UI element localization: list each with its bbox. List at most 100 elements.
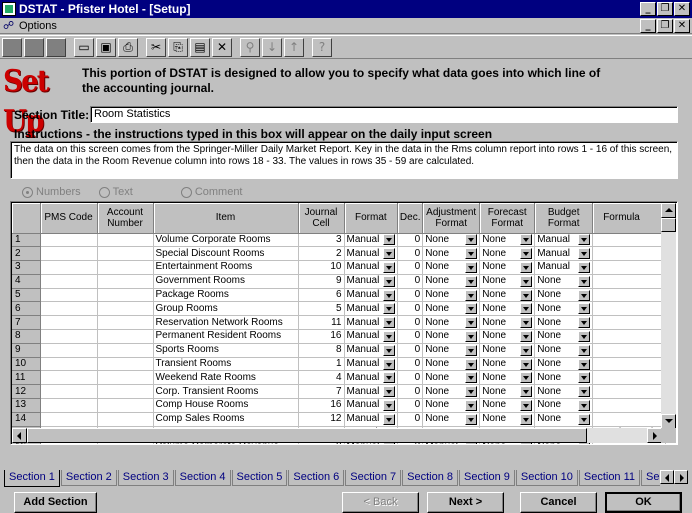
column-header[interactable]: Format [344,203,399,234]
pms-code-cell[interactable] [40,315,98,331]
minimize-button[interactable]: _ [640,2,656,16]
tab-section-8[interactable]: Section 8 [402,470,458,486]
budget-format-select[interactable]: Manual [534,233,594,248]
dropdown-arrow-icon[interactable] [383,303,396,315]
row-number[interactable]: 4 [12,274,41,289]
tab-section-2[interactable]: Section 2 [60,470,117,486]
decimals-cell[interactable]: 0 [397,412,424,427]
table-row[interactable]: 14 Comp Sales Rooms 12 Manual 0 None None None [12,412,667,427]
dropdown-arrow-icon[interactable] [383,248,396,260]
adjustment-format-select[interactable]: None [422,315,481,331]
dropdown-arrow-icon[interactable] [383,344,396,356]
account-number-cell[interactable] [97,370,154,386]
dropdown-arrow-icon[interactable] [520,289,533,301]
account-number-cell[interactable] [97,246,154,262]
dropdown-arrow-icon[interactable] [465,261,478,273]
dropdown-arrow-icon[interactable] [383,330,396,342]
dropdown-arrow-icon[interactable] [465,303,478,315]
account-number-cell[interactable] [97,233,154,248]
dropdown-arrow-icon[interactable] [578,261,591,273]
open-folder-icon[interactable]: ▭ [74,37,94,57]
adjustment-format-select[interactable]: None [422,246,481,262]
account-number-cell[interactable] [97,357,154,372]
adjustment-format-select[interactable]: None [422,301,481,317]
copy-icon[interactable]: ⎘ [168,37,188,57]
item-cell[interactable]: Comp House Rooms [153,398,299,413]
forecast-format-select[interactable]: None [479,301,536,317]
budget-format-select[interactable]: Manual [534,260,594,275]
budget-format-select[interactable]: Manual [534,246,594,262]
dropdown-arrow-icon[interactable] [383,275,396,287]
format-select[interactable]: Manual [344,412,399,427]
pms-code-cell[interactable] [40,260,98,275]
formula-cell[interactable] [592,412,667,427]
child-close-button[interactable]: ✕ [674,19,690,33]
dropdown-arrow-icon[interactable] [465,372,478,384]
item-cell[interactable]: Special Discount Rooms [153,246,299,262]
dropdown-arrow-icon[interactable] [465,413,478,425]
account-number-cell[interactable] [97,288,154,303]
dropdown-arrow-icon[interactable] [383,413,396,425]
journal-cell[interactable]: 12 [298,412,345,427]
vertical-scrollbar[interactable] [661,203,676,429]
help-icon[interactable]: ? [312,37,332,57]
forecast-format-select[interactable]: None [479,274,536,289]
table-row[interactable]: 5 Package Rooms 6 Manual 0 None None None [12,288,667,303]
journal-cell[interactable]: 1 [298,357,345,372]
dropdown-arrow-icon[interactable] [578,330,591,342]
paste-icon[interactable]: ▤ [190,37,210,57]
dropdown-arrow-icon[interactable] [520,234,533,246]
format-select[interactable]: Manual [344,343,399,358]
adjustment-format-select[interactable]: None [422,329,481,344]
table-row[interactable]: 11 Weekend Rate Rooms 4 Manual 0 None None None [12,370,667,386]
dropdown-arrow-icon[interactable] [578,317,591,329]
adjustment-format-select[interactable]: None [422,343,481,358]
journal-cell[interactable]: 2 [298,246,345,262]
dropdown-arrow-icon[interactable] [578,344,591,356]
dropdown-arrow-icon[interactable] [465,234,478,246]
pms-code-cell[interactable] [40,233,98,248]
adjustment-format-select[interactable]: None [422,357,481,372]
item-cell[interactable]: Reservation Network Rooms [153,315,299,331]
forecast-format-select[interactable]: None [479,398,536,413]
dropdown-arrow-icon[interactable] [383,234,396,246]
dropdown-arrow-icon[interactable] [578,289,591,301]
decimals-cell[interactable]: 0 [397,329,424,344]
format-select[interactable]: Manual [344,398,399,413]
add-section-button[interactable]: Add Section [14,492,97,513]
save-icon[interactable]: ▣ [96,37,116,57]
close-button[interactable]: ✕ [674,2,690,16]
item-cell[interactable]: Permanent Resident Rooms [153,329,299,344]
dropdown-arrow-icon[interactable] [520,330,533,342]
dropdown-arrow-icon[interactable] [383,372,396,384]
table-row[interactable]: 8 Permanent Resident Rooms 16 Manual 0 None No… [12,329,667,344]
tab-section-1[interactable]: Section 1 [4,470,60,487]
radio-text[interactable]: Text [98,186,133,198]
journal-cell[interactable]: 8 [298,343,345,358]
budget-format-select[interactable]: None [534,315,594,331]
decimals-cell[interactable]: 0 [397,357,424,372]
window-title-bar[interactable]: DSTAT - Pfister Hotel - [Setup] _ ❐ ✕ [0,0,692,18]
item-cell[interactable]: Transient Rooms [153,357,299,372]
dropdown-arrow-icon[interactable] [520,386,533,398]
dropdown-arrow-icon[interactable] [520,358,533,370]
dropdown-arrow-icon[interactable] [520,248,533,260]
formula-cell[interactable] [592,329,667,344]
pms-code-cell[interactable] [40,357,98,372]
formula-cell[interactable] [592,315,667,331]
forecast-format-select[interactable]: None [479,343,536,358]
journal-cell[interactable]: 10 [298,260,345,275]
decimals-cell[interactable]: 0 [397,246,424,262]
record-first-icon[interactable] [2,37,22,57]
dropdown-arrow-icon[interactable] [578,234,591,246]
dropdown-arrow-icon[interactable] [520,413,533,425]
row-number[interactable]: 6 [12,301,41,317]
column-header[interactable]: Dec. [397,203,424,234]
account-number-cell[interactable] [97,329,154,344]
pms-code-cell[interactable] [40,384,98,400]
instructions-textarea[interactable]: The data on this screen comes from the S… [10,141,678,179]
table-row[interactable]: 2 Special Discount Rooms 2 Manual 0 None None M… [12,246,667,262]
budget-format-select[interactable]: None [534,384,594,400]
column-header[interactable]: Journal Cell [298,203,345,234]
format-select[interactable]: Manual [344,384,399,400]
